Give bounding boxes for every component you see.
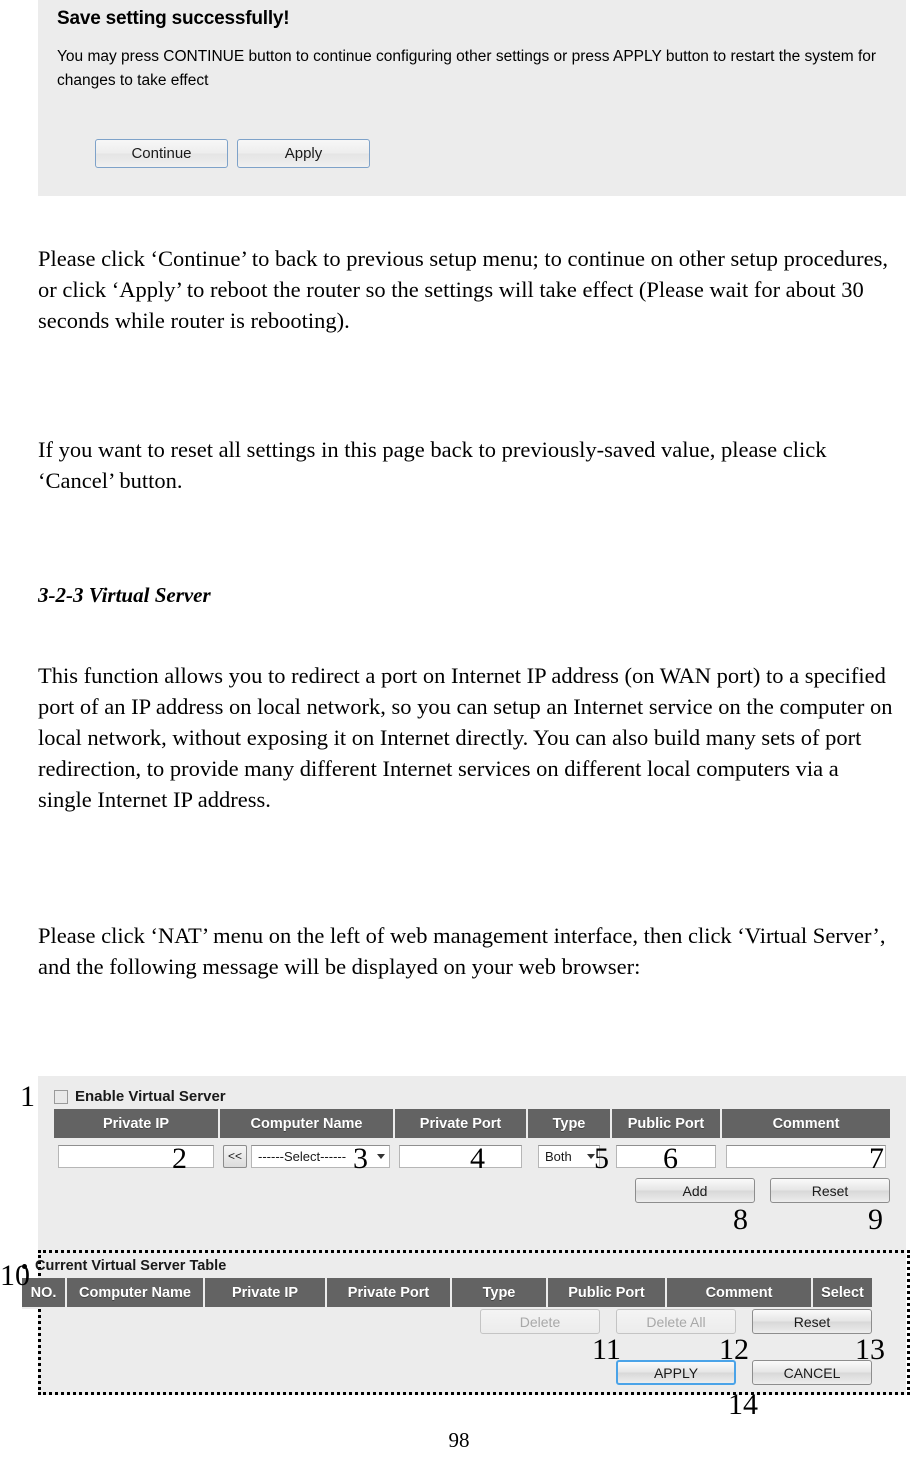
callout-2: 2 [172, 1142, 187, 1175]
current-table-button-row: Delete Delete All Reset [22, 1309, 872, 1334]
cancel-button[interactable]: CANCEL [752, 1360, 872, 1385]
computer-name-select[interactable]: ------Select------ [251, 1144, 390, 1168]
current-virtual-server-table-title-text: Current Virtual Server Table [35, 1258, 227, 1274]
callout-5: 5 [594, 1142, 609, 1175]
callout-4: 4 [470, 1142, 485, 1175]
continue-button[interactable]: Continue [95, 139, 228, 168]
apply-all-button[interactable]: APPLY [616, 1360, 736, 1385]
enable-virtual-server-row[interactable]: Enable Virtual Server [54, 1088, 226, 1105]
callout-11: 11 [592, 1333, 621, 1366]
current-virtual-server-table-title: Current Virtual Server Table [22, 1258, 226, 1274]
private-ip-input[interactable] [58, 1144, 214, 1168]
add-button[interactable]: Add [635, 1178, 755, 1203]
private-port-input[interactable] [399, 1144, 522, 1168]
cell-comment [721, 1139, 890, 1172]
select-computer-button[interactable]: << [223, 1144, 247, 1168]
col-header-private-port: Private Port [326, 1278, 452, 1309]
type-select-value: Both [545, 1148, 572, 1164]
callout-1: 1 [20, 1080, 35, 1113]
delete-button[interactable]: Delete [480, 1309, 600, 1334]
comment-input[interactable] [726, 1144, 886, 1168]
col-header-computer-name: Computer Name [66, 1278, 205, 1309]
cell-private-port [394, 1139, 528, 1172]
col-header-comment: Comment [666, 1278, 813, 1309]
current-table-header-row: NO. Computer Name Private IP Private Por… [22, 1278, 872, 1309]
col-header-public-port: Public Port [611, 1109, 722, 1140]
save-setting-description: You may press CONTINUE button to continu… [57, 48, 877, 89]
callout-14: 14 [728, 1388, 758, 1421]
paragraph-cancel: If you want to reset all settings in thi… [38, 437, 827, 493]
input-table-button-row: Add Reset [54, 1178, 890, 1203]
save-setting-title: Save setting successfully! [57, 8, 290, 29]
computer-name-select-value: ------Select------ [258, 1148, 347, 1164]
input-table-header-row: Private IP Computer Name Private Port Ty… [54, 1109, 890, 1140]
enable-virtual-server-label: Enable Virtual Server [75, 1088, 226, 1105]
input-reset-button[interactable]: Reset [770, 1178, 890, 1203]
col-header-select: Select [812, 1278, 872, 1309]
current-virtual-server-table: NO. Computer Name Private IP Private Por… [22, 1278, 872, 1309]
callout-7: 7 [869, 1142, 884, 1175]
callout-12: 12 [719, 1333, 749, 1366]
callout-10: 10 [0, 1259, 30, 1292]
page-number: 98 [448, 1428, 470, 1452]
delete-all-button[interactable]: Delete All [616, 1309, 736, 1334]
callout-9: 9 [868, 1203, 883, 1236]
col-header-private-ip: Private IP [204, 1278, 327, 1309]
col-header-comment: Comment [721, 1109, 890, 1140]
callout-3: 3 [353, 1142, 368, 1175]
enable-virtual-server-checkbox[interactable] [54, 1089, 68, 1104]
chevron-down-icon [377, 1153, 385, 1159]
type-select[interactable]: Both [538, 1144, 600, 1168]
paragraph-continue-apply: Please click ‘Continue’ to back to previ… [38, 246, 888, 333]
col-header-private-port: Private Port [394, 1109, 528, 1140]
cell-private-ip [54, 1139, 220, 1172]
section-heading-virtual-server: 3-2-3 Virtual Server [38, 583, 211, 607]
col-header-type: Type [527, 1109, 612, 1140]
paragraph-nat-instructions: Please click ‘NAT’ menu on the left of w… [38, 923, 886, 979]
callout-6: 6 [663, 1142, 678, 1175]
save-setting-panel: Save setting successfully! You may press… [38, 0, 906, 196]
col-header-computer-name: Computer Name [219, 1109, 395, 1140]
callout-13: 13 [855, 1333, 885, 1366]
paragraph-function-description: This function allows you to redirect a p… [38, 663, 893, 812]
table-reset-button[interactable]: Reset [752, 1309, 872, 1334]
col-header-type: Type [451, 1278, 548, 1309]
callout-8: 8 [733, 1203, 748, 1236]
apply-button[interactable]: Apply [237, 139, 370, 168]
col-header-private-ip: Private IP [54, 1109, 220, 1140]
col-header-public-port: Public Port [547, 1278, 667, 1309]
